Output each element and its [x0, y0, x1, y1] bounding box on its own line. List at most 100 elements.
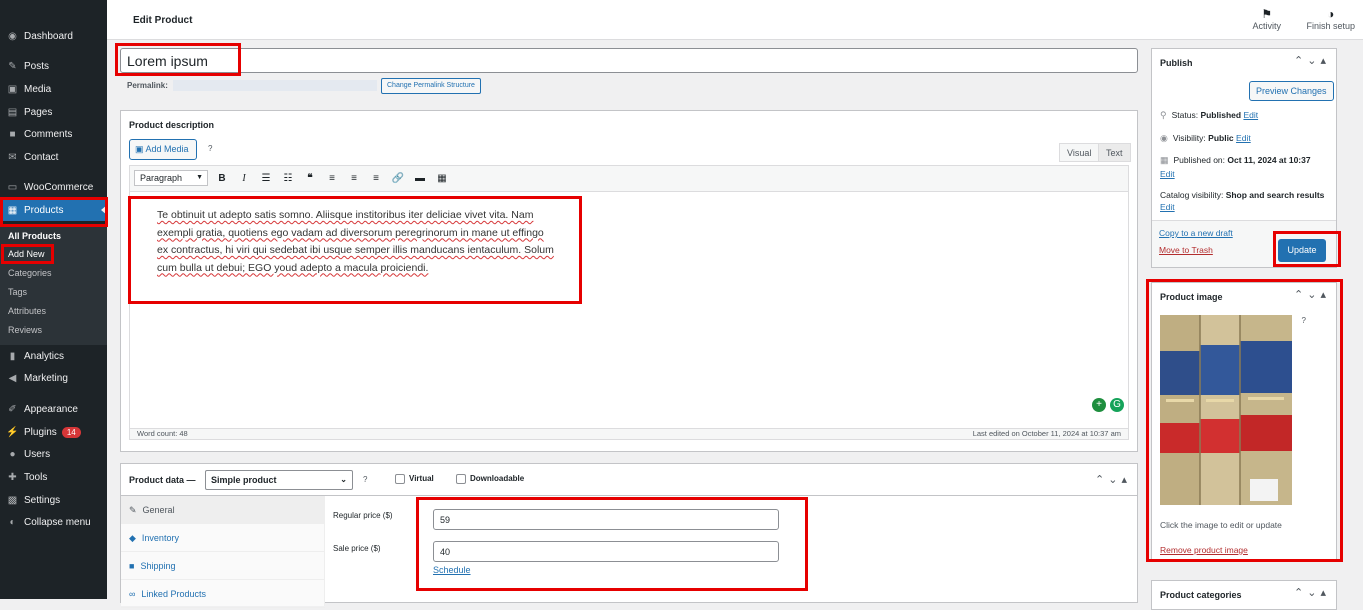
edit-status-link[interactable]: Edit	[1243, 110, 1258, 120]
help-icon[interactable]: ?	[1302, 316, 1306, 325]
virtual-checkbox[interactable]: Virtual	[395, 474, 434, 484]
plugins-update-badge: 14	[61, 426, 81, 438]
change-permalink-button[interactable]: Change Permalink Structure	[381, 78, 481, 94]
bold-icon[interactable]: B	[214, 171, 230, 187]
read-more-icon[interactable]: ▬	[412, 171, 428, 187]
sidebar-item-products[interactable]: ▦ Products	[0, 199, 107, 221]
tab-visual[interactable]: Visual	[1059, 143, 1100, 162]
brush-icon: ✐	[8, 403, 17, 415]
eye-icon: ◉	[1160, 133, 1168, 143]
move-to-trash-link[interactable]: Move to Trash	[1159, 245, 1213, 255]
finish-setup-button[interactable]: ◑ Finish setup	[1306, 7, 1355, 31]
page-title: Edit Product	[133, 15, 193, 26]
sidebar-item-analytics[interactable]: ▮ Analytics	[0, 345, 107, 367]
description-editor[interactable]: Te obtinuit ut adepto satis somno. Aliis…	[129, 191, 1129, 439]
word-count: Word count: 48	[137, 429, 188, 438]
sidebar-item-pages[interactable]: ▤ Pages	[0, 101, 107, 123]
submenu-reviews[interactable]: Reviews	[8, 325, 42, 335]
submenu-categories[interactable]: Categories	[8, 268, 52, 278]
chart-icon: ▮	[9, 350, 16, 362]
preview-changes-button[interactable]: Preview Changes	[1249, 81, 1334, 101]
add-circle-icon[interactable]: +	[1092, 398, 1106, 412]
user-icon: ●	[9, 448, 16, 460]
books-image	[1160, 315, 1292, 505]
product-description-box: Product description ▣ Add Media ? Visual…	[120, 110, 1138, 452]
submenu-attributes[interactable]: Attributes	[8, 306, 46, 316]
product-type-select[interactable]: Simple product ⌄	[205, 470, 353, 490]
submenu-all-products[interactable]: All Products	[8, 231, 61, 241]
settings-icon: ▩	[7, 494, 18, 506]
schedule-link[interactable]: Schedule	[433, 565, 471, 575]
tab-linked-products[interactable]: ∞ Linked Products	[121, 580, 325, 608]
publish-box: Publish ⌃⌄▴ Preview Changes ⚲ Status: Pub…	[1151, 48, 1337, 268]
image-hint: Click the image to edit or update	[1160, 520, 1282, 530]
grammarly-icon[interactable]: G	[1110, 398, 1124, 412]
pin-icon: ⚲	[1160, 110, 1167, 120]
plugin-icon: ⚡	[6, 426, 19, 438]
box-controls[interactable]: ⌃⌄▴	[1095, 473, 1131, 486]
submenu-add-new[interactable]: Add New	[8, 249, 45, 259]
description-content[interactable]: Te obtinuit ut adepto satis somno. Aliis…	[157, 207, 557, 277]
bullet-list-icon[interactable]: ☰	[258, 171, 274, 187]
sidebar-item-tools[interactable]: ✚ Tools	[0, 466, 107, 488]
align-right-icon[interactable]: ≡	[368, 171, 384, 187]
submenu-tags[interactable]: Tags	[8, 287, 27, 297]
add-media-button[interactable]: ▣ Add Media	[129, 139, 197, 160]
dashboard-icon: ◉	[8, 30, 17, 42]
sale-price-input[interactable]	[433, 541, 779, 562]
publish-title: Publish	[1160, 58, 1193, 68]
media-icon: ▣	[7, 83, 18, 95]
sidebar-item-dashboard[interactable]: ◉ Dashboard	[0, 25, 107, 47]
sidebar-item-marketing[interactable]: ◀ Marketing	[0, 367, 107, 389]
help-icon[interactable]: ?	[363, 475, 367, 484]
tab-general[interactable]: ✎ General	[121, 496, 325, 524]
permalink-url[interactable]	[173, 80, 377, 91]
link-icon[interactable]: 🔗	[390, 171, 406, 187]
edit-date-link[interactable]: Edit	[1160, 169, 1175, 179]
box-controls[interactable]: ⌃⌄▴	[1294, 54, 1330, 67]
align-center-icon[interactable]: ≡	[346, 171, 362, 187]
align-left-icon[interactable]: ≡	[324, 171, 340, 187]
activity-button[interactable]: ⚑ Activity	[1252, 7, 1281, 31]
box-controls[interactable]: ⌃⌄▴	[1294, 288, 1330, 301]
wrench-icon: ✚	[8, 471, 17, 483]
products-submenu: All Products Add New Categories Tags Att…	[0, 227, 107, 345]
edit-visibility-link[interactable]: Edit	[1236, 133, 1251, 143]
catalog-visibility-row: Catalog visibility: Shop and search resu…	[1160, 190, 1325, 200]
italic-icon[interactable]: I	[236, 171, 252, 187]
sale-price-label: Sale price ($)	[333, 544, 381, 553]
product-image-box: Product image ⌃⌄▴ ? Click the image to e…	[1151, 282, 1337, 560]
sidebar-item-posts[interactable]: ✎ Posts	[0, 55, 107, 77]
copy-to-draft-link[interactable]: Copy to a new draft	[1159, 228, 1233, 238]
update-button[interactable]: Update	[1278, 239, 1326, 262]
sidebar-item-woocommerce[interactable]: ▭ WooCommerce	[0, 176, 107, 198]
product-image[interactable]	[1160, 315, 1292, 505]
box-controls[interactable]: ⌃⌄▴	[1294, 586, 1330, 599]
blockquote-icon[interactable]: ❝	[302, 171, 318, 187]
remove-product-image-link[interactable]: Remove product image	[1160, 545, 1248, 555]
editor-toolbar: Paragraph ▼ B I ☰ ☷ ❝ ≡ ≡ ≡ 🔗 ▬ ▦	[129, 165, 1129, 191]
sidebar-item-plugins[interactable]: ⚡ Plugins 14	[0, 421, 107, 443]
help-icon[interactable]: ?	[208, 144, 212, 153]
product-title-input[interactable]	[120, 48, 1138, 73]
chevron-down-icon: ▼	[196, 174, 203, 181]
sidebar-item-media[interactable]: ▣ Media	[0, 78, 107, 100]
sidebar-item-users[interactable]: ● Users	[0, 443, 107, 465]
sidebar-item-collapse[interactable]: ◐ Collapse menu	[0, 511, 107, 533]
regular-price-input[interactable]	[433, 509, 779, 530]
tab-inventory[interactable]: ◆ Inventory	[121, 524, 325, 552]
downloadable-checkbox[interactable]: Downloadable	[456, 474, 524, 484]
link-icon: ∞	[129, 589, 136, 599]
mail-icon: ✉	[8, 151, 17, 163]
publish-actions: Copy to a new draft Move to Trash Update	[1152, 220, 1336, 267]
sidebar-item-settings[interactable]: ▩ Settings	[0, 489, 107, 511]
sidebar-item-comments[interactable]: ■ Comments	[0, 123, 107, 145]
edit-catalog-link[interactable]: Edit	[1160, 202, 1175, 212]
numbered-list-icon[interactable]: ☷	[280, 171, 296, 187]
sidebar-item-appearance[interactable]: ✐ Appearance	[0, 398, 107, 420]
format-select[interactable]: Paragraph ▼	[134, 170, 208, 186]
tab-text[interactable]: Text	[1098, 143, 1131, 162]
toolbar-toggle-icon[interactable]: ▦	[434, 171, 450, 187]
sidebar-item-contact[interactable]: ✉ Contact	[0, 146, 107, 168]
tab-shipping[interactable]: ■ Shipping	[121, 552, 325, 580]
